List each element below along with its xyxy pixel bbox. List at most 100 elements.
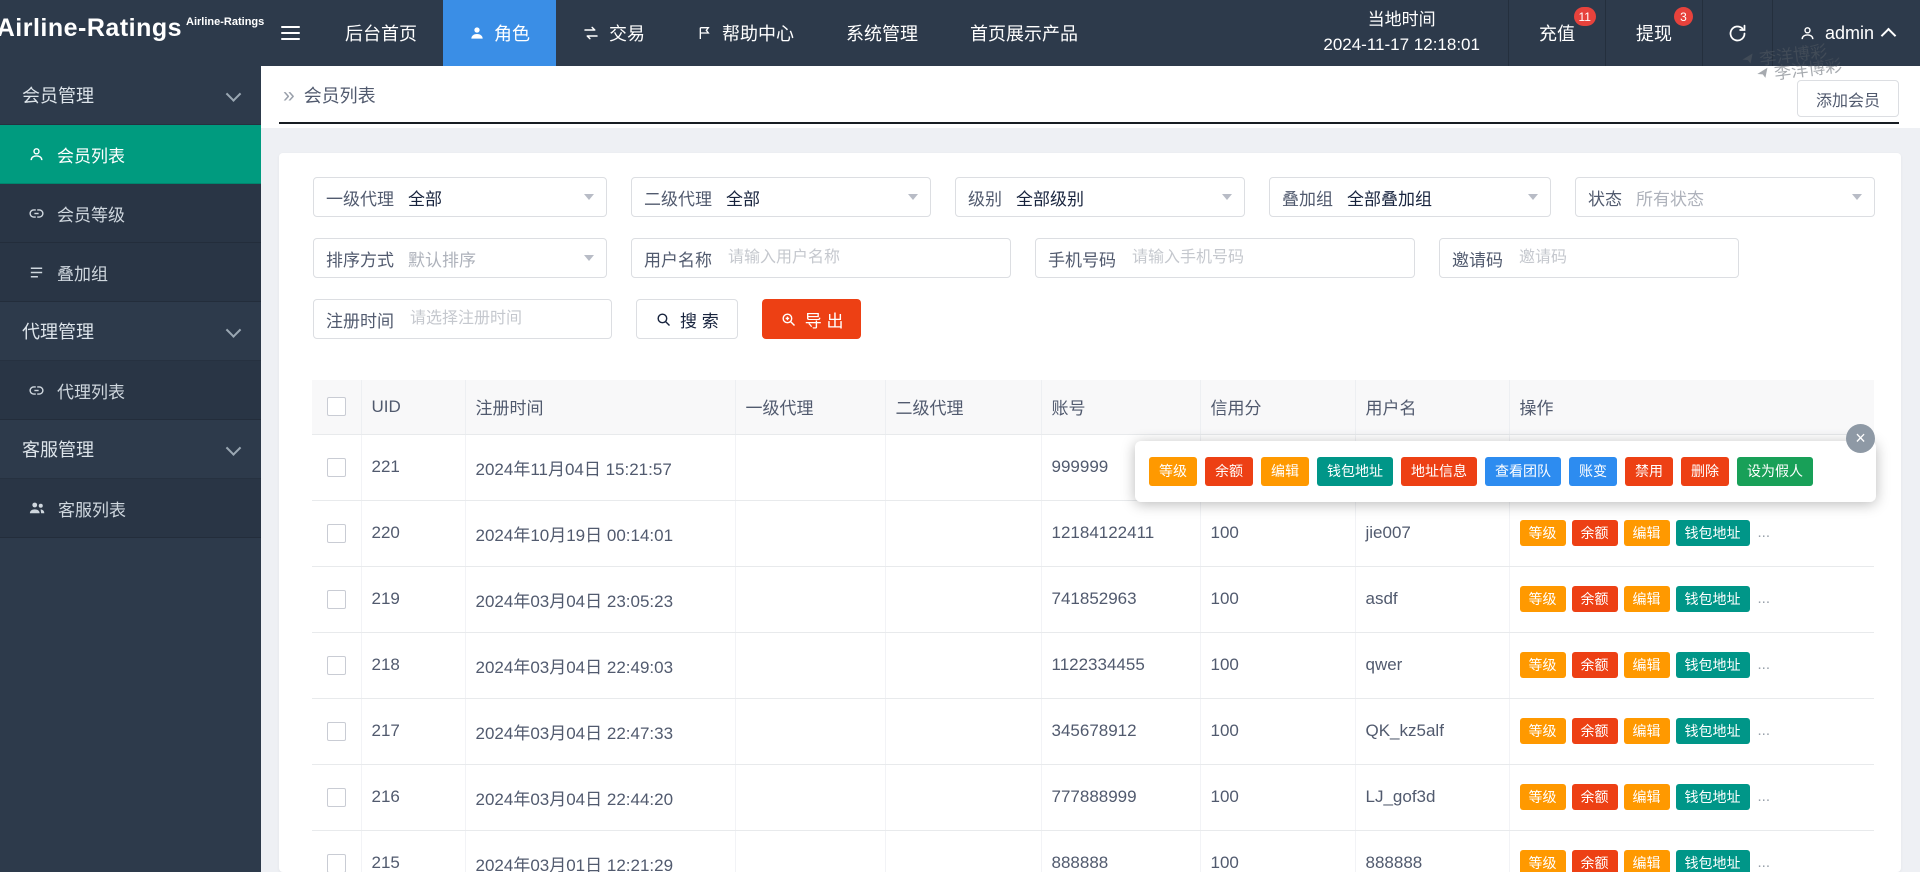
search-button[interactable]: 搜 索 <box>636 299 738 339</box>
balance-button[interactable]: 余额 <box>1205 457 1253 486</box>
filter-status-select[interactable]: 状态 所有状态 <box>1575 177 1875 217</box>
export-button[interactable]: 导 出 <box>762 299 862 339</box>
wallet-address-button[interactable]: 钱包地址 <box>1676 520 1750 547</box>
row-checkbox[interactable] <box>327 590 346 609</box>
filter-agent1-select[interactable]: 一级代理 全部 <box>313 177 607 217</box>
header-account: 账号 <box>1041 380 1200 434</box>
set-fake-user-button[interactable]: 设为假人 <box>1737 457 1813 486</box>
wallet-address-button[interactable]: 钱包地址 <box>1676 718 1750 745</box>
row-checkbox[interactable] <box>327 656 346 675</box>
more-actions[interactable]: ... <box>1758 788 1771 805</box>
level-button[interactable]: 等级 <box>1520 718 1566 745</box>
select-all-checkbox[interactable] <box>327 397 346 416</box>
edit-button[interactable]: 编辑 <box>1624 784 1670 811</box>
level-button[interactable]: 等级 <box>1520 652 1566 679</box>
delete-button[interactable]: 删除 <box>1681 457 1729 486</box>
sidebar-item-stack-group[interactable]: 叠加组 <box>0 243 261 302</box>
close-icon[interactable]: × <box>1846 424 1875 453</box>
sidebar-group-member-management[interactable]: 会员管理 <box>0 66 261 125</box>
register-time-input[interactable] <box>408 309 599 329</box>
balance-button[interactable]: 余额 <box>1572 784 1618 811</box>
level-button[interactable]: 等级 <box>1520 586 1566 613</box>
row-checkbox[interactable] <box>327 788 346 807</box>
edit-button[interactable]: 编辑 <box>1624 850 1670 872</box>
refresh-button[interactable] <box>1702 0 1772 66</box>
more-actions[interactable]: ... <box>1758 722 1771 739</box>
invite-code-input[interactable] <box>1517 248 1726 268</box>
menu-item-system[interactable]: 系统管理 <box>820 0 944 66</box>
filter-agent2-select[interactable]: 二级代理 全部 <box>631 177 931 217</box>
menu-item-home-products[interactable]: 首页展示产品 <box>944 0 1104 66</box>
more-actions[interactable]: ... <box>1758 656 1771 673</box>
filter-value: 全部叠加组 <box>1347 185 1520 210</box>
balance-button[interactable]: 余额 <box>1572 718 1618 745</box>
balance-button[interactable]: 余额 <box>1572 586 1618 613</box>
phone-input[interactable] <box>1130 248 1402 268</box>
account-change-button[interactable]: 账变 <box>1569 457 1617 486</box>
sidebar-group-agent-management[interactable]: 代理管理 <box>0 302 261 361</box>
level-button[interactable]: 等级 <box>1520 850 1566 872</box>
withdraw-link[interactable]: 提现 3 <box>1605 0 1702 66</box>
balance-button[interactable]: 余额 <box>1572 520 1618 547</box>
level-button[interactable]: 等级 <box>1520 520 1566 547</box>
user-menu[interactable]: admin <box>1772 0 1920 66</box>
cell-username: qwer <box>1355 632 1509 698</box>
sidebar-item-agent-list[interactable]: 代理列表 <box>0 361 261 420</box>
cell-uid: 219 <box>361 566 465 632</box>
add-member-button[interactable]: 添加会员 <box>1797 80 1899 117</box>
level-button[interactable]: 等级 <box>1149 457 1197 486</box>
view-team-button[interactable]: 查看团队 <box>1485 457 1561 486</box>
recharge-link[interactable]: 充值 11 <box>1508 0 1605 66</box>
sidebar-toggle-icon[interactable] <box>261 0 319 66</box>
table-row: 218 2024年03月04日 22:49:03 1122334455 100 … <box>312 632 1874 698</box>
balance-button[interactable]: 余额 <box>1572 652 1618 679</box>
more-actions[interactable]: ... <box>1758 590 1771 607</box>
menu-item-transactions[interactable]: 交易 <box>556 0 671 66</box>
edit-button[interactable]: 编辑 <box>1624 652 1670 679</box>
balance-button[interactable]: 余额 <box>1572 850 1618 872</box>
wallet-address-button[interactable]: 钱包地址 <box>1676 586 1750 613</box>
row-checkbox[interactable] <box>327 524 346 543</box>
header-uid: UID <box>361 380 465 434</box>
filter-sort-select[interactable]: 排序方式 默认排序 <box>313 238 607 278</box>
edit-button[interactable]: 编辑 <box>1624 520 1670 547</box>
cell-agent2 <box>885 632 1041 698</box>
wallet-address-button[interactable]: 钱包地址 <box>1676 652 1750 679</box>
row-checkbox[interactable] <box>327 854 346 872</box>
disable-button[interactable]: 禁用 <box>1625 457 1673 486</box>
filter-phone-field: 手机号码 <box>1035 238 1415 278</box>
row-checkbox[interactable] <box>327 458 346 477</box>
address-info-button[interactable]: 地址信息 <box>1401 457 1477 486</box>
cell-actions: 等级 余额 编辑 钱包地址 ... <box>1509 764 1874 830</box>
navbar-right: 当地时间 2024-11-17 12:18:01 充值 11 提现 3 admi… <box>1295 0 1920 66</box>
cell-credit: 100 <box>1200 632 1355 698</box>
filter-label: 手机号码 <box>1048 246 1116 271</box>
username-input[interactable] <box>726 248 998 268</box>
cell-account: 1122334455 <box>1041 632 1200 698</box>
more-actions[interactable]: ... <box>1758 524 1771 541</box>
filter-level-select[interactable]: 级别 全部级别 <box>955 177 1245 217</box>
sidebar-item-service-list[interactable]: 客服列表 <box>0 479 261 538</box>
sidebar-item-member-list[interactable]: 会员列表 <box>0 125 261 184</box>
menu-item-help-center[interactable]: 帮助中心 <box>671 0 820 66</box>
more-actions[interactable]: ... <box>1758 854 1771 871</box>
edit-button[interactable]: 编辑 <box>1261 457 1309 486</box>
row-checkbox[interactable] <box>327 722 346 741</box>
menu-item-roles[interactable]: 角色 <box>443 0 556 66</box>
level-button[interactable]: 等级 <box>1520 784 1566 811</box>
search-icon <box>655 311 672 328</box>
filter-stack-group-select[interactable]: 叠加组 全部叠加组 <box>1269 177 1551 217</box>
cell-actions: 等级 余额 编辑 钱包地址 ... <box>1509 830 1874 872</box>
menu-item-dashboard[interactable]: 后台首页 <box>319 0 443 66</box>
wallet-address-button[interactable]: 钱包地址 <box>1676 784 1750 811</box>
edit-button[interactable]: 编辑 <box>1624 586 1670 613</box>
sidebar-group-service-management[interactable]: 客服管理 <box>0 420 261 479</box>
cell-actions: 等级 余额 编辑 钱包地址 ... <box>1509 698 1874 764</box>
edit-button[interactable]: 编辑 <box>1624 718 1670 745</box>
sidebar-item-member-level[interactable]: 会员等级 <box>0 184 261 243</box>
chevron-up-icon <box>1881 28 1897 44</box>
username-label: admin <box>1825 23 1874 44</box>
cell-username: QK_kz5alf <box>1355 698 1509 764</box>
wallet-address-button[interactable]: 钱包地址 <box>1317 457 1393 486</box>
wallet-address-button[interactable]: 钱包地址 <box>1676 850 1750 872</box>
